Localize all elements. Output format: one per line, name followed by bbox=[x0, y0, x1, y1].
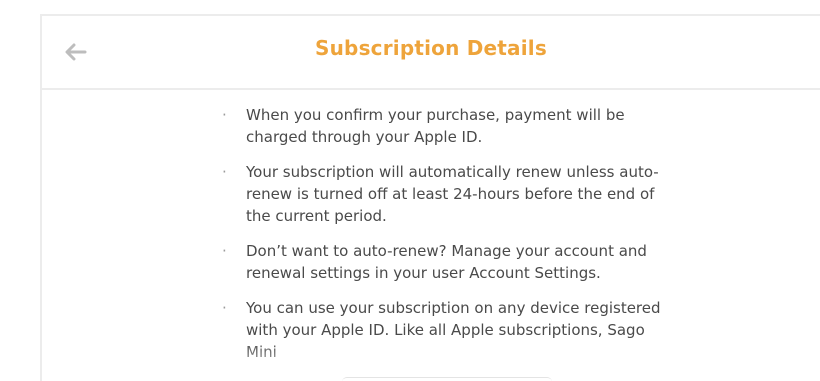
page-title: Subscription Details bbox=[315, 36, 547, 60]
list-item: · You can use your subscription on any d… bbox=[220, 297, 680, 363]
detail-text: When you confirm your purchase, payment … bbox=[246, 106, 625, 146]
details-list: · When you confirm your purchase, paymen… bbox=[220, 104, 680, 376]
detail-text: Your subscription will automatically ren… bbox=[246, 163, 659, 225]
bullet-icon: · bbox=[222, 106, 227, 124]
list-item: · Your subscription will automatically r… bbox=[220, 161, 680, 227]
bullet-icon: · bbox=[222, 299, 227, 317]
detail-text: You can use your subscription on any dev… bbox=[246, 299, 661, 361]
header-bar: Subscription Details bbox=[42, 16, 820, 90]
detail-text: Don’t want to auto-renew? Manage your ac… bbox=[246, 242, 647, 282]
list-item: · When you confirm your purchase, paymen… bbox=[220, 104, 680, 148]
bullet-icon: · bbox=[222, 163, 227, 181]
scroll-indicator[interactable] bbox=[342, 377, 552, 381]
list-item: · Don’t want to auto-renew? Manage your … bbox=[220, 240, 680, 284]
subscription-details-screen: Subscription Details · When you confirm … bbox=[40, 14, 820, 381]
bullet-icon: · bbox=[222, 242, 227, 260]
